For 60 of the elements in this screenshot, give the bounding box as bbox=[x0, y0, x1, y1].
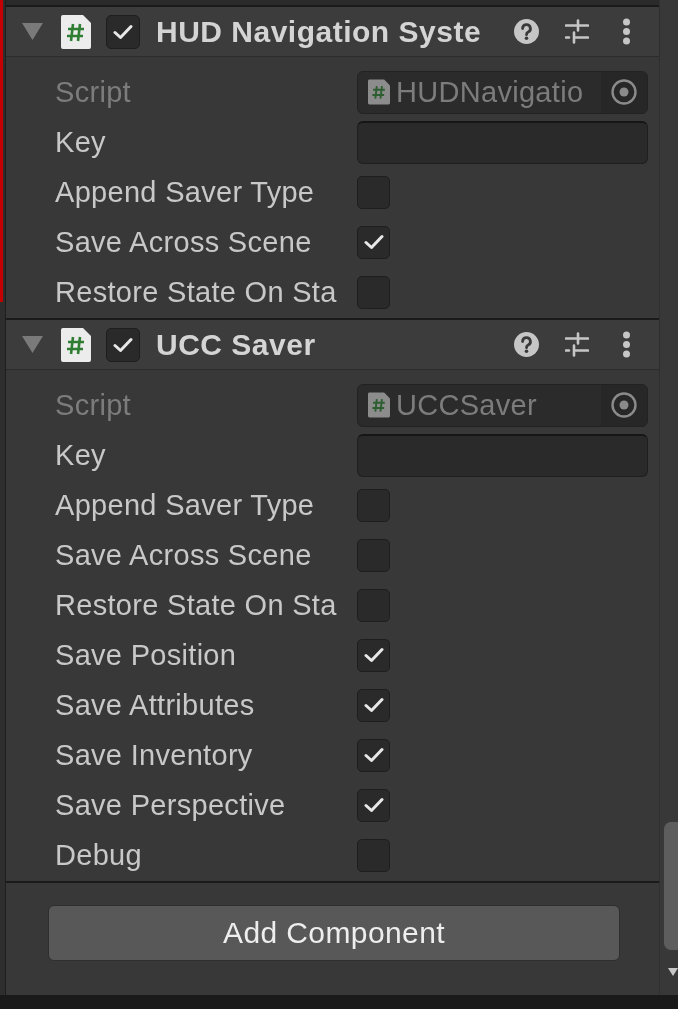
checkmark-icon bbox=[363, 797, 384, 813]
help-icon[interactable] bbox=[514, 19, 539, 44]
field-label: Save Across Scene bbox=[55, 225, 313, 259]
field-label: Key bbox=[55, 125, 107, 159]
script-file-icon bbox=[368, 392, 390, 418]
checkbox[interactable] bbox=[357, 175, 390, 209]
checkbox[interactable] bbox=[357, 225, 390, 259]
enable-checkbox[interactable] bbox=[106, 327, 140, 362]
component-title: HUD Navigation Syste bbox=[156, 14, 482, 49]
field-label: Append Saver Type bbox=[55, 175, 316, 209]
checkbox[interactable] bbox=[357, 488, 390, 522]
target-icon bbox=[611, 79, 637, 105]
scroll-down-arrow-icon[interactable] bbox=[668, 968, 678, 976]
object-field-value: UCCSaver bbox=[396, 388, 538, 422]
target-icon bbox=[611, 392, 637, 418]
field-label: Save Inventory bbox=[55, 738, 254, 772]
field-label: Save Perspective bbox=[55, 788, 287, 822]
field-label: Append Saver Type bbox=[55, 488, 316, 522]
field-label: Save Attributes bbox=[55, 688, 256, 722]
script-file-icon bbox=[61, 14, 91, 49]
field-label: Key bbox=[55, 438, 107, 472]
add-component-button[interactable]: Add Component bbox=[48, 905, 620, 961]
checkbox[interactable] bbox=[357, 538, 390, 572]
checkbox[interactable] bbox=[357, 738, 390, 772]
script-file-icon bbox=[61, 327, 91, 362]
key-input-field[interactable] bbox=[357, 120, 648, 164]
sliders-icon[interactable] bbox=[565, 19, 589, 44]
checkmark-icon bbox=[363, 747, 384, 763]
checkmark-icon bbox=[363, 234, 384, 250]
checkmark-icon bbox=[363, 647, 384, 663]
checkmark-icon bbox=[113, 23, 133, 40]
checkmark-icon bbox=[113, 336, 133, 353]
object-picker-button[interactable] bbox=[601, 384, 647, 426]
field-label: Debug bbox=[55, 838, 143, 872]
menu-icon[interactable] bbox=[622, 18, 631, 45]
key-input-field[interactable] bbox=[357, 433, 648, 477]
object-picker-button[interactable] bbox=[601, 71, 647, 113]
field-label: Restore State On Sta bbox=[55, 275, 338, 309]
checkbox[interactable] bbox=[357, 788, 390, 822]
checkbox[interactable] bbox=[357, 638, 390, 672]
script-file-icon bbox=[368, 79, 390, 105]
component-title: UCC Saver bbox=[156, 327, 316, 362]
help-icon[interactable] bbox=[514, 332, 539, 357]
checkmark-icon bbox=[363, 697, 384, 713]
checkbox[interactable] bbox=[357, 275, 390, 309]
sliders-icon[interactable] bbox=[565, 332, 589, 357]
checkbox[interactable] bbox=[357, 588, 390, 622]
object-field-value: HUDNavigatio bbox=[396, 75, 585, 109]
scrollbar-thumb[interactable] bbox=[664, 822, 678, 950]
field-label: Script bbox=[55, 388, 132, 422]
field-label: Restore State On Sta bbox=[55, 588, 338, 622]
foldout-triangle-icon[interactable] bbox=[22, 23, 43, 40]
checkbox[interactable] bbox=[357, 688, 390, 722]
field-label: Save Position bbox=[55, 638, 238, 672]
field-label: Save Across Scene bbox=[55, 538, 313, 572]
checkbox[interactable] bbox=[357, 838, 390, 872]
menu-icon[interactable] bbox=[622, 331, 631, 358]
foldout-triangle-icon[interactable] bbox=[22, 336, 43, 353]
enable-checkbox[interactable] bbox=[106, 14, 140, 49]
field-label: Script bbox=[55, 75, 132, 109]
